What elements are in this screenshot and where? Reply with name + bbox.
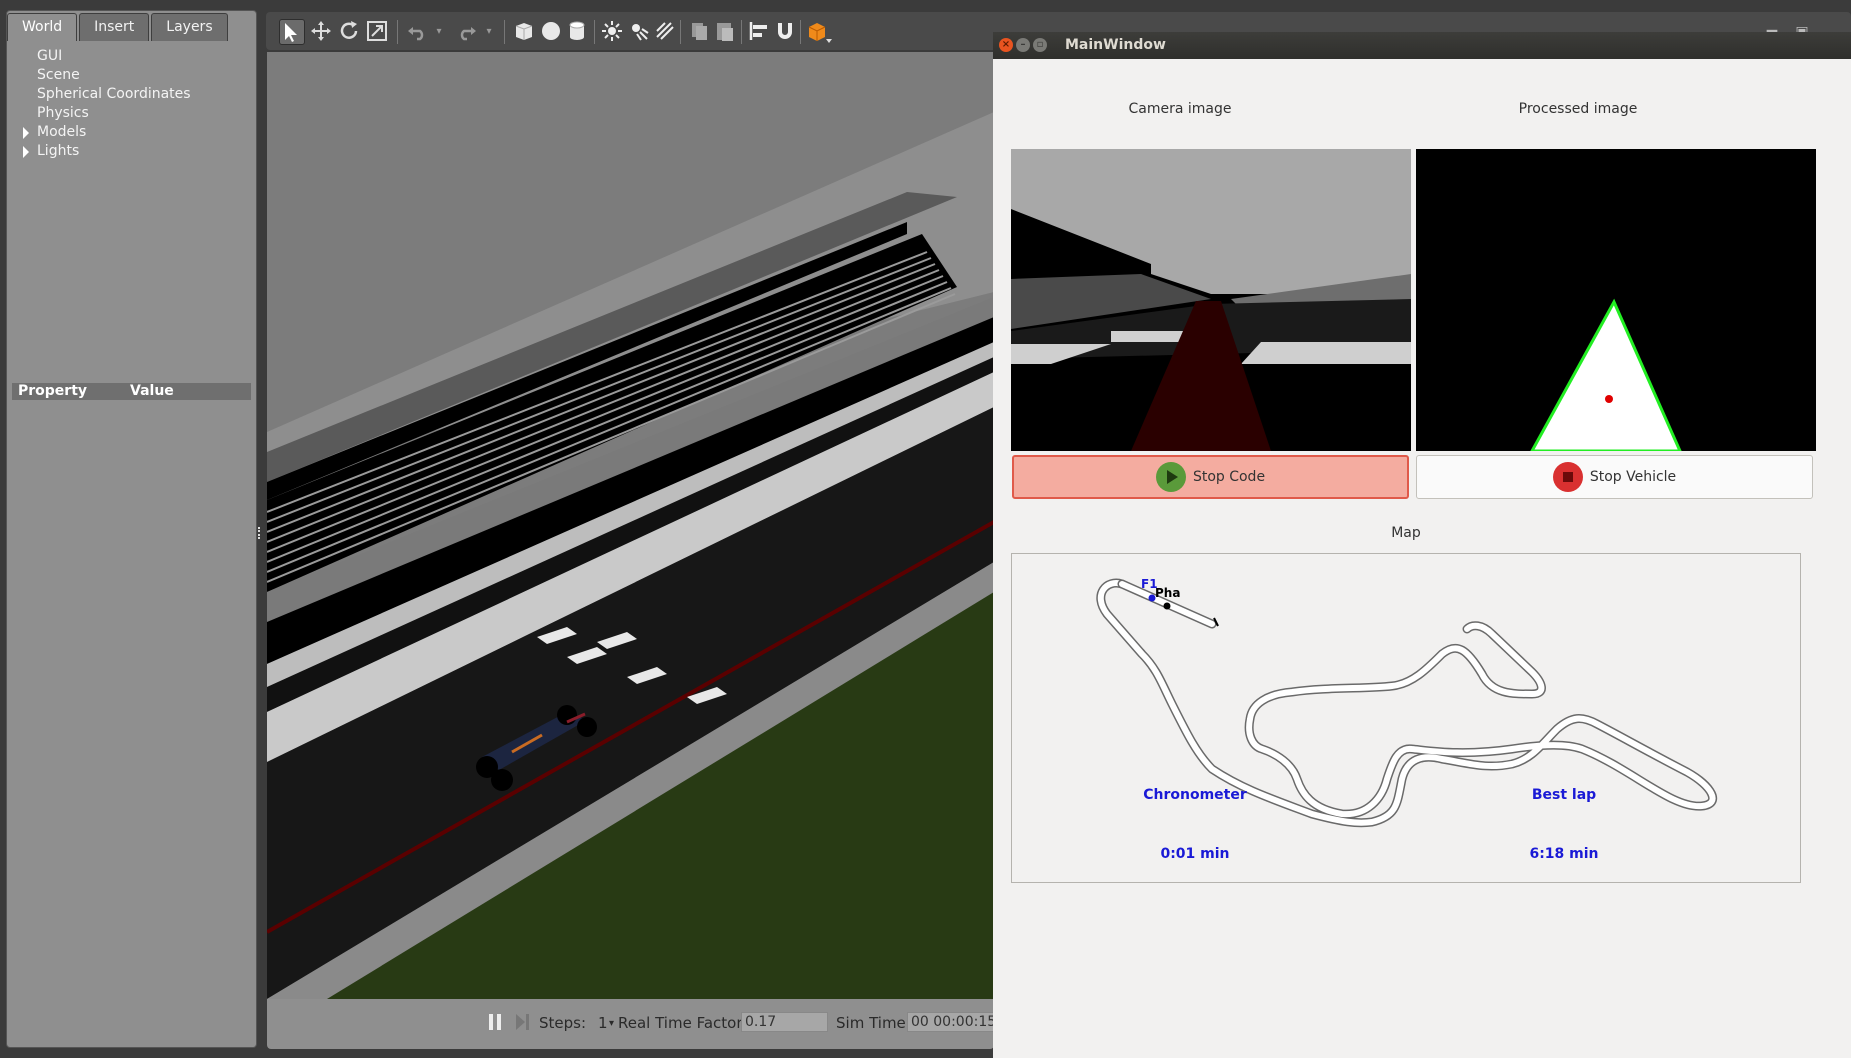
- world-tree: GUI Scene Spherical Coordinates Physics …: [15, 47, 255, 161]
- select-arrow-icon[interactable]: [279, 19, 305, 45]
- world-panel: World Insert Layers GUI Scene Spherical …: [6, 10, 257, 1048]
- real-time-factor-value: 0.17: [741, 1012, 828, 1032]
- panel-tabs: World Insert Layers: [7, 13, 230, 43]
- undo-dropdown-icon[interactable]: ▾: [426, 19, 452, 45]
- map-label: Map: [1391, 525, 1421, 541]
- scale-icon[interactable]: [364, 19, 390, 45]
- maximize-icon[interactable]: ▫: [1033, 38, 1047, 52]
- spot-light-icon[interactable]: [626, 19, 652, 45]
- tree-item-scene[interactable]: Scene: [15, 66, 255, 85]
- close-icon[interactable]: ×: [999, 38, 1013, 52]
- property-table-header: Property Value: [12, 383, 251, 400]
- translate-icon[interactable]: [308, 19, 334, 45]
- processed-image: [1416, 149, 1816, 451]
- directional-light-icon[interactable]: [652, 19, 678, 45]
- tree-item-label: Physics: [37, 105, 89, 121]
- paste-icon[interactable]: [712, 19, 738, 45]
- camera-image: [1011, 149, 1411, 451]
- real-time-factor-label: Real Time Factor:: [618, 1014, 748, 1032]
- stop-code-label: Stop Code: [1192, 469, 1266, 485]
- redo-dropdown-icon[interactable]: ▾: [476, 19, 502, 45]
- tree-item-physics[interactable]: Physics: [15, 104, 255, 123]
- minimize-icon[interactable]: –: [1016, 38, 1030, 52]
- expand-arrow-icon[interactable]: [23, 127, 29, 139]
- property-column-header: Property: [18, 383, 88, 399]
- window-titlebar[interactable]: × – ▫ MainWindow: [993, 32, 1851, 59]
- tree-item-label: Spherical Coordinates: [37, 86, 191, 102]
- box-shape-icon[interactable]: [511, 19, 537, 45]
- tree-item-label: Models: [37, 124, 87, 140]
- snap-magnet-icon[interactable]: [772, 19, 798, 45]
- sphere-shape-icon[interactable]: [538, 19, 564, 45]
- tab-insert[interactable]: Insert: [79, 13, 150, 41]
- track-map: F1 Pha: [1011, 553, 1801, 883]
- tree-item-label: Lights: [37, 143, 80, 159]
- rotate-icon[interactable]: [336, 19, 362, 45]
- step-forward-icon[interactable]: [513, 1011, 531, 1037]
- camera-image-label: Camera image: [1128, 101, 1232, 117]
- best-lap-value: 6:18 min: [1529, 846, 1599, 862]
- value-column-header: Value: [130, 383, 174, 399]
- tree-item-models[interactable]: Models: [15, 123, 255, 142]
- cylinder-shape-icon[interactable]: [564, 19, 590, 45]
- best-lap-label: Best lap: [1531, 787, 1597, 803]
- point-light-icon[interactable]: [599, 19, 625, 45]
- pha-marker: [1163, 602, 1171, 610]
- steps-dropdown-icon[interactable]: ▾: [609, 1018, 614, 1029]
- stop-vehicle-label: Stop Vehicle: [1589, 469, 1677, 485]
- steps-value[interactable]: 1: [598, 1014, 608, 1032]
- sim-time-value: 00 00:00:15.5: [907, 1012, 994, 1032]
- scene-viewport[interactable]: [267, 52, 994, 999]
- tree-item-gui[interactable]: GUI: [15, 47, 255, 66]
- chronometer-value: 0:01 min: [1160, 846, 1230, 862]
- pause-button[interactable]: [486, 1011, 504, 1037]
- copy-icon[interactable]: [686, 19, 712, 45]
- sim-time-label: Sim Time:: [836, 1014, 911, 1032]
- align-icon[interactable]: [746, 19, 772, 45]
- tree-item-spherical-coordinates[interactable]: Spherical Coordinates: [15, 85, 255, 104]
- stop-code-button[interactable]: Stop Code: [1012, 455, 1409, 499]
- tab-layers[interactable]: Layers: [151, 13, 228, 41]
- tree-item-lights[interactable]: Lights: [15, 142, 255, 161]
- chronometer-label: Chronometer: [1143, 787, 1247, 803]
- play-icon: [1155, 462, 1186, 492]
- main-window: × – ▫ MainWindow Camera image Processed …: [993, 32, 1851, 1058]
- change-view-icon[interactable]: [805, 19, 832, 45]
- window-title: MainWindow: [1065, 37, 1166, 53]
- tab-world[interactable]: World: [7, 13, 78, 41]
- stop-icon: [1552, 462, 1583, 492]
- panel-splitter-handle[interactable]: [258, 527, 262, 539]
- steps-label: Steps:: [539, 1014, 587, 1032]
- processed-image-label: Processed image: [1518, 101, 1638, 117]
- stop-vehicle-button[interactable]: Stop Vehicle: [1416, 455, 1813, 499]
- expand-arrow-icon[interactable]: [23, 146, 29, 158]
- simulation-status-bar: Steps: 1 ▾ Real Time Factor: 0.17 Sim Ti…: [267, 999, 994, 1049]
- tree-item-label: GUI: [37, 48, 63, 64]
- pha-marker-label: Pha: [1155, 586, 1180, 600]
- tree-item-label: Scene: [37, 67, 80, 83]
